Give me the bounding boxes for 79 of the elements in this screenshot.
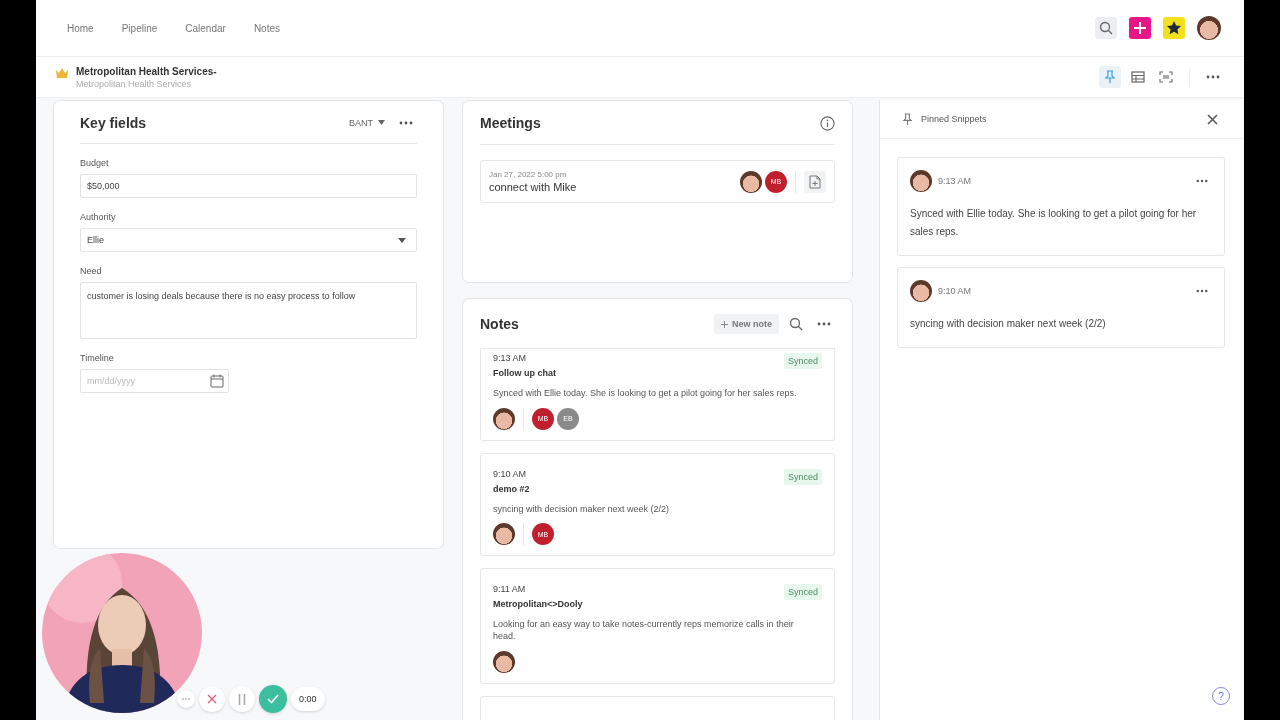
scan-icon [1159,71,1173,83]
snippet-time: 9:13 AM [938,176,973,186]
field-label: Timeline [80,353,115,363]
new-note-button[interactable]: New note [714,314,779,334]
crown-icon [56,68,68,78]
snippet-text: Synced with Ellie today. She is looking to get a pilot going for her sales reps. [910,207,1198,239]
calendar-icon [210,374,224,388]
snippet-text: syncing with decision maker next week (2/2) [910,317,1107,331]
account-subtitle: Metropolitan Health Services [76,78,193,89]
select-field[interactable]: Ellie [80,228,417,252]
file-plus-icon [809,174,821,189]
input-field[interactable]: $50,000 [80,174,417,198]
note-text: Looking for an easy way to take notes-currently reps memorize calls in their head. [493,619,795,643]
dots-icon [1206,75,1220,79]
note-time: 9:11 AM [493,584,527,595]
note-text: Synced with Ellie today. She is looking to get a pilot going for her sales reps. [493,388,798,400]
add-button[interactable] [1129,17,1151,39]
text-area[interactable]: customer is losing deals because there is no easy process to follow [80,282,417,339]
card-title: Key fields [80,114,147,131]
search-button[interactable] [1095,17,1117,39]
dots-icon [399,120,413,125]
avatar-icon [910,280,932,302]
avatar-icon[interactable] [1197,16,1221,40]
caret-icon [398,237,406,243]
snippet-card[interactable]: 9:10 AM syncing with decision maker next week (2/2) [897,267,1225,348]
note-time: 9:13 AM [493,353,528,363]
info-icon[interactable] [820,115,835,131]
search-icon [1099,21,1113,35]
panel-title: Pinned Snippets [921,114,988,124]
note-title: Follow up chat [493,368,556,378]
status-badge: Synced [783,468,822,485]
card-title: Meetings [480,115,541,131]
pause-icon [238,693,246,705]
star-icon [1166,20,1182,36]
help-button[interactable]: ? [1212,687,1230,705]
avatar-icon [493,650,515,673]
meeting-date: Jan 27, 2022 5:00 pm [489,170,568,179]
nav-link[interactable]: Calendar [185,22,226,34]
caret-icon [378,120,385,125]
close-icon [207,694,217,704]
card-title: Notes [480,316,519,332]
close-button[interactable] [1205,111,1220,127]
recording-timer: 0:00 [291,687,325,711]
field-label: Budget [80,158,110,168]
pin-icon [1104,70,1116,84]
pin-icon [902,112,913,126]
dots-icon [1196,289,1208,293]
template-dropdown[interactable]: BANT [349,117,385,128]
note-time: 9:10 AM [493,468,528,479]
note-text: syncing with decision maker next week (2/2) [493,503,671,516]
snippet-card[interactable]: 9:13 AM Synced with Ellie today. She is looking to get a pilot going for her sales reps. [897,157,1225,256]
plus-icon [721,320,728,328]
status-badge: Synced [783,584,822,601]
note-card[interactable]: 9:11 AM Metropolitan<>Dooly Synced Looking for an easy way to take notes-currently reps memorize calls in their head. [480,568,835,684]
snippet-time: 9:10 AM [938,286,973,296]
add-note-button[interactable] [804,170,826,193]
close-icon [1207,113,1218,125]
field-label: Authority [80,212,117,222]
avatar-icon [740,170,762,193]
nav-link[interactable]: Home [67,22,94,34]
avatar-icon [910,170,932,192]
meeting-title: connect with Mike [489,181,577,193]
status-badge: Synced [783,353,822,369]
note-title: demo #2 [493,483,530,494]
nav-link[interactable]: Pipeline [121,22,158,34]
star-button[interactable] [1163,17,1185,39]
field-label: Need [80,266,103,276]
table-icon [1131,71,1145,83]
nav-link[interactable]: Notes [253,22,280,34]
avatar-icon [493,407,515,430]
check-icon [267,694,279,704]
account-name: Metropolitan Health Services- [76,65,217,77]
search-icon[interactable] [789,317,803,331]
dots-icon [817,322,831,326]
avatar-icon [493,523,515,546]
cancel-button[interactable] [199,686,225,712]
note-title: Metropolitan<>Dooly [493,599,583,610]
dots-icon [1196,179,1208,183]
plus-icon [1133,21,1147,35]
